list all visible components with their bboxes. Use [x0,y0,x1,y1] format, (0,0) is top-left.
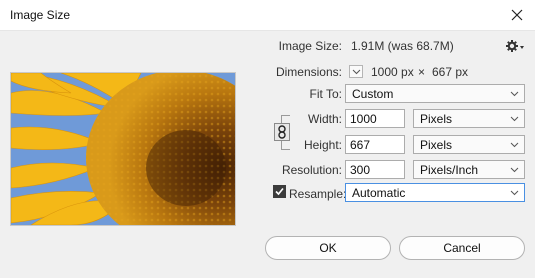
window-title: Image Size [10,8,71,22]
fit-to-label: Fit To: [309,87,342,101]
cancel-button[interactable]: Cancel [399,236,525,260]
fit-to-value: Custom [352,87,394,101]
fit-to-select[interactable]: Custom [345,84,525,103]
chevron-down-icon [352,69,361,75]
width-unit-value: Pixels [420,112,453,126]
resample-label: Resample: [289,187,347,201]
width-input[interactable]: 1000 [345,109,405,128]
ok-button[interactable]: OK [265,236,391,260]
gear-icon[interactable] [505,38,525,54]
chevron-down-icon [510,142,519,148]
height-unit-value: Pixels [420,138,453,152]
dimensions-width: 1000 px [371,65,414,79]
image-size-label: Image Size: [278,39,342,53]
resample-checkbox[interactable] [273,185,286,198]
image-preview[interactable] [10,72,236,226]
link-bracket-bottom [281,141,290,150]
chevron-down-icon [510,116,519,122]
height-unit-select[interactable]: Pixels [413,135,525,154]
height-input[interactable]: 667 [345,135,405,154]
resolution-label: Resolution: [281,163,342,177]
resolution-unit-value: Pixels/Inch [420,163,479,177]
resample-select[interactable]: Automatic [345,183,525,202]
chevron-down-icon [510,91,519,97]
title-bar: Image Size [0,0,535,31]
image-size-value: 1.91M (was 68.7M) [351,39,454,53]
dimensions-label: Dimensions: [275,65,342,79]
resolution-unit-select[interactable]: Pixels/Inch [413,160,525,179]
checkmark-icon [275,187,284,196]
height-label: Height: [303,138,342,152]
dimensions-separator: × [418,65,426,79]
dimensions-dropdown-button[interactable] [349,65,363,78]
chevron-down-icon [510,190,519,196]
close-icon[interactable] [505,3,529,27]
width-unit-select[interactable]: Pixels [413,109,525,128]
constrain-proportions-button[interactable] [274,123,290,141]
chevron-down-icon [510,167,519,173]
resample-value: Automatic [352,186,406,200]
dimensions-height: 667 px [432,65,469,79]
width-label: Width: [307,112,342,126]
chain-link-icon [278,125,286,139]
resolution-input[interactable]: 300 [345,160,405,179]
